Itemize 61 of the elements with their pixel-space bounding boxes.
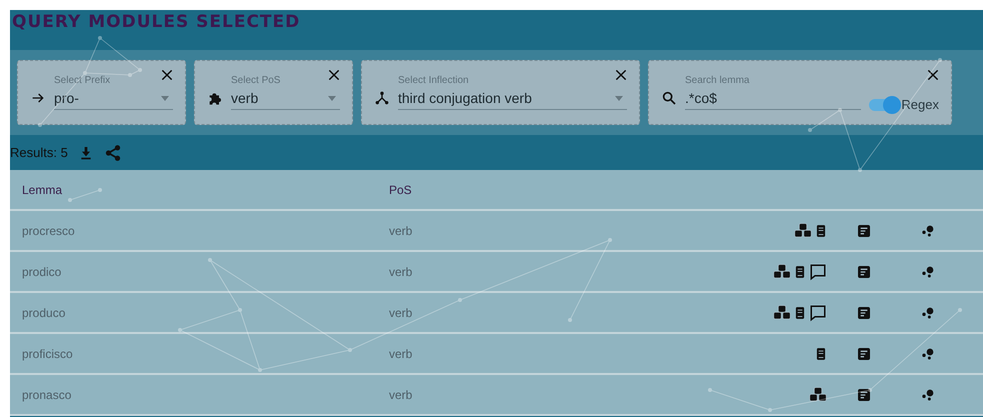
table-cell-text: proficisco [21,346,73,360]
close-icon [159,67,175,83]
dots-icon [920,346,936,362]
cubes-icon [808,386,828,404]
notes-button[interactable] [856,264,872,280]
graph-button[interactable] [920,222,936,238]
graph-button[interactable] [920,304,936,320]
notes-button[interactable] [856,386,872,402]
table-cell-text: procresco [21,224,75,238]
caret-icon [615,96,623,101]
dots-icon [920,264,936,280]
cubes-icon [772,262,792,280]
dots-icon [920,222,936,238]
table-cell-text: pronasco [21,388,72,402]
table-cell-text: verb [388,224,412,238]
search-icon [661,90,677,106]
share-icon [104,144,122,162]
notes-button[interactable] [856,304,872,320]
close-button[interactable] [613,67,629,83]
column-header: Lemma [21,182,62,196]
document-icon [856,222,872,238]
close-button[interactable] [925,67,941,83]
comment-icon [808,304,828,322]
cubes-icon [772,304,792,322]
graph-button[interactable] [920,264,936,280]
close-button[interactable] [326,67,342,83]
document-icon [856,386,872,402]
document-icon [856,304,872,320]
caret-icon [328,96,336,101]
table-cell-text: verb [388,346,412,360]
select-field[interactable]: Select Prefix pro- [54,75,173,110]
notes-button[interactable] [856,222,872,238]
close-button[interactable] [159,67,175,83]
document-icon [856,346,872,362]
table-cell-text: verb [388,306,412,320]
switch-label: Regex [901,97,939,112]
cubes-icon [793,222,813,240]
regex-switch[interactable] [869,98,900,110]
graph-button[interactable] [920,386,936,402]
document-icon [856,264,872,280]
close-icon [613,67,629,83]
select-field[interactable]: Select PoS verb [231,75,340,110]
caret-icon [161,96,169,101]
notes-button[interactable] [856,346,872,362]
dots-icon [920,386,936,402]
comment-icon [808,262,828,280]
fork-icon [374,90,390,106]
table-cell-text: produco [21,306,66,320]
share-button[interactable] [104,144,122,162]
close-icon [326,67,342,83]
close-icon [925,67,941,83]
table-cell-text: prodico [21,264,62,278]
table-cell-text: verb [388,388,412,402]
table-cell-text: verb [388,264,412,278]
dots-icon [920,304,936,320]
select-field[interactable]: Select Inflection third conjugation verb [398,75,627,110]
graph-button[interactable] [920,346,936,362]
column-header: PoS [388,182,412,196]
results-count: Results: 5 [10,145,68,160]
search-field[interactable]: Search lemma .*co$ [685,75,862,110]
page-title: QUERY MODULES SELECTED [11,11,300,34]
